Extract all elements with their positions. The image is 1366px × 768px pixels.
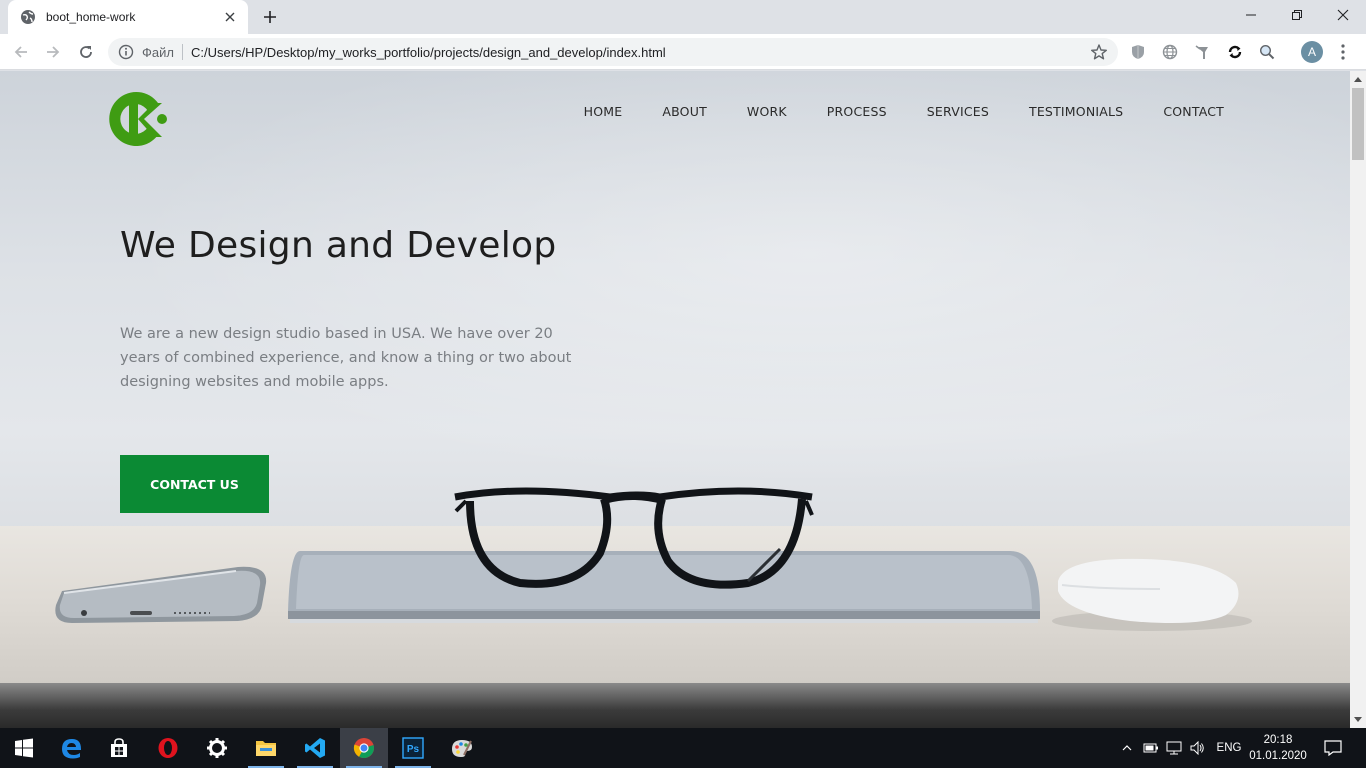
contact-us-button[interactable]: CONTACT US xyxy=(120,455,269,513)
vpn-globe-extension-icon[interactable] xyxy=(1161,43,1179,61)
magnifier-extension-icon[interactable] xyxy=(1258,43,1276,61)
nav-home[interactable]: HOME xyxy=(584,104,623,119)
nav-work[interactable]: WORK xyxy=(747,104,787,119)
tab-strip: boot_home-work xyxy=(0,0,1366,34)
nav-services[interactable]: SERVICES xyxy=(927,104,989,119)
windows-taskbar: Ps ENG 20:18 01.01.2020 xyxy=(0,728,1366,768)
opera-browser-icon[interactable] xyxy=(144,728,192,768)
tool-extension-icon[interactable] xyxy=(1193,43,1211,61)
show-hidden-icons-chevron-icon[interactable] xyxy=(1118,728,1136,768)
settings-gear-icon[interactable] xyxy=(193,728,241,768)
bookmark-star-icon[interactable] xyxy=(1090,43,1108,61)
profile-avatar[interactable]: A xyxy=(1301,41,1323,63)
battery-icon[interactable] xyxy=(1142,728,1160,768)
tab-title: boot_home-work xyxy=(46,10,136,24)
scroll-down-arrow-icon[interactable] xyxy=(1350,712,1366,728)
svg-text:Ps: Ps xyxy=(407,744,420,755)
sync-extension-icon[interactable] xyxy=(1226,43,1244,61)
phone-image xyxy=(55,566,267,623)
back-icon[interactable] xyxy=(9,40,33,64)
clock-time: 20:18 xyxy=(1263,734,1293,746)
close-tab-icon[interactable] xyxy=(222,9,238,25)
hero-description: We are a new design studio based in USA.… xyxy=(120,326,572,390)
input-language[interactable]: ENG xyxy=(1212,728,1246,768)
desk-edge xyxy=(0,683,1350,728)
page-scrollbar[interactable] xyxy=(1350,71,1366,728)
scroll-thumb[interactable] xyxy=(1352,88,1364,160)
chrome-browser-icon[interactable] xyxy=(340,728,388,768)
address-bar[interactable]: Файл C:/Users/HP/Desktop/my_works_portfo… xyxy=(108,38,1118,66)
nav-process[interactable]: PROCESS xyxy=(827,104,887,119)
nav-testimonials[interactable]: TESTIMONIALS xyxy=(1029,104,1123,119)
forward-icon[interactable] xyxy=(41,40,65,64)
browser-tab[interactable]: boot_home-work xyxy=(8,0,248,34)
ck-logo-icon[interactable] xyxy=(104,85,170,153)
shield-extension-icon[interactable] xyxy=(1129,43,1147,61)
store-bag-icon[interactable] xyxy=(95,728,143,768)
new-tab-button[interactable] xyxy=(258,6,282,28)
hero-title: We Design and Develop xyxy=(120,225,557,266)
clock-date: 01.01.2020 xyxy=(1249,750,1307,762)
menu-kebab-icon[interactable] xyxy=(1334,42,1352,62)
edge-browser-icon[interactable] xyxy=(47,728,95,768)
reload-icon[interactable] xyxy=(74,40,98,64)
nav-contact[interactable]: CONTACT xyxy=(1163,104,1224,119)
start-windows-icon[interactable] xyxy=(0,728,48,768)
photoshop-icon[interactable]: Ps xyxy=(389,728,437,768)
vscode-icon[interactable] xyxy=(291,728,339,768)
globe-icon xyxy=(20,9,36,25)
close-window-button[interactable] xyxy=(1320,0,1366,30)
main-nav: HOME ABOUT WORK PROCESS SERVICES TESTIMO… xyxy=(584,104,1224,119)
volume-speaker-icon[interactable] xyxy=(1188,728,1206,768)
restore-button[interactable] xyxy=(1274,0,1320,30)
mouse-image xyxy=(1052,558,1252,631)
scheme-label: Файл xyxy=(142,44,174,60)
info-icon[interactable] xyxy=(118,44,134,60)
network-icon[interactable] xyxy=(1165,728,1183,768)
url-text[interactable]: C:/Users/HP/Desktop/my_works_portfolio/p… xyxy=(191,45,666,60)
page-viewport: HOME ABOUT WORK PROCESS SERVICES TESTIMO… xyxy=(0,71,1350,728)
file-explorer-folder-icon[interactable] xyxy=(242,728,290,768)
omnibox-divider xyxy=(181,44,183,60)
notification-center-icon[interactable] xyxy=(1320,728,1346,768)
nav-about[interactable]: ABOUT xyxy=(662,104,707,119)
paint-palette-icon[interactable] xyxy=(438,728,486,768)
taskbar-clock[interactable]: 20:18 01.01.2020 xyxy=(1246,732,1310,764)
scroll-up-arrow-icon[interactable] xyxy=(1350,71,1366,87)
browser-toolbar: Файл C:/Users/HP/Desktop/my_works_portfo… xyxy=(0,34,1366,70)
minimize-button[interactable] xyxy=(1228,0,1274,30)
